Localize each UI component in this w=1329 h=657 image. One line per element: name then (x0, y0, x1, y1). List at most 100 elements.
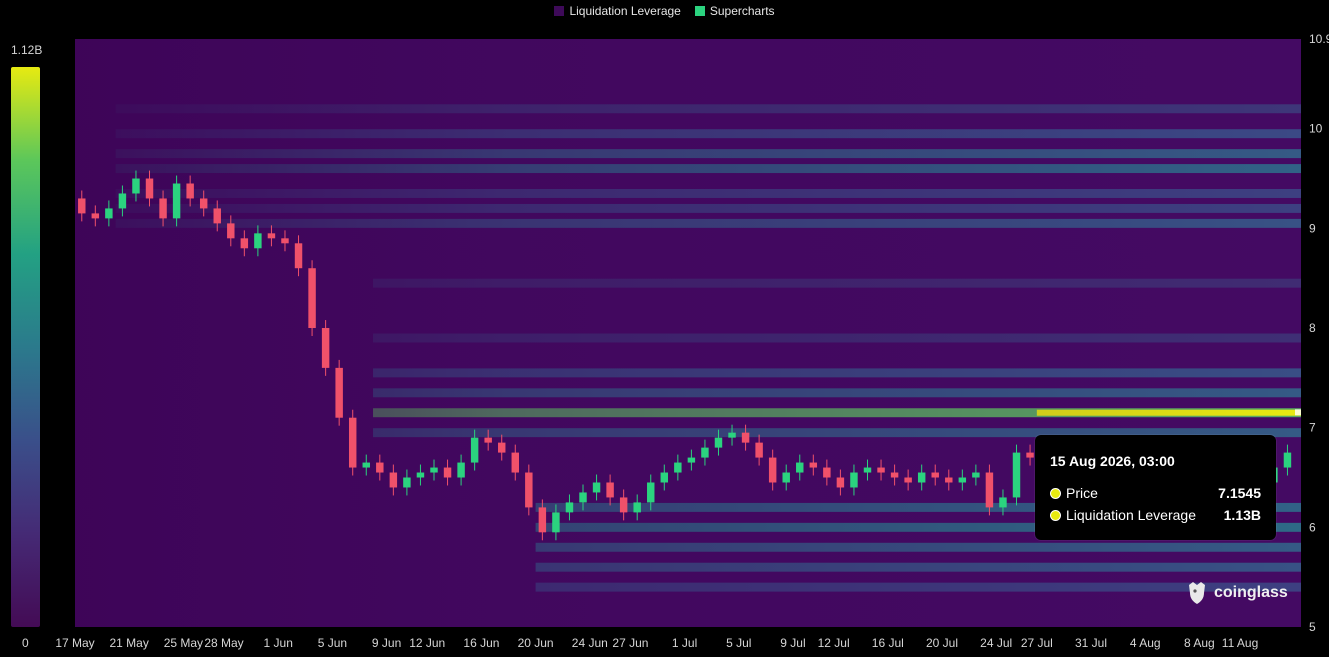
price-candle[interactable] (105, 208, 113, 219)
price-candle[interactable] (227, 223, 235, 239)
price-candle[interactable] (660, 472, 669, 483)
brand-watermark: coinglass (1186, 581, 1288, 605)
price-candle[interactable] (376, 462, 384, 473)
price-candle[interactable] (186, 183, 194, 199)
price-candle[interactable] (592, 482, 601, 493)
price-candle[interactable] (118, 193, 127, 209)
price-candle[interactable] (836, 477, 845, 488)
brand-name: coinglass (1214, 584, 1288, 601)
price-candle[interactable] (91, 213, 100, 219)
price-candle[interactable] (823, 467, 831, 478)
price-candle[interactable] (890, 472, 899, 478)
price-candle[interactable] (511, 452, 520, 473)
x-axis-tick-label: 1 Jun (264, 636, 293, 650)
price-candle[interactable] (159, 198, 167, 219)
price-candle[interactable] (1012, 452, 1021, 498)
price-candle[interactable] (267, 233, 276, 239)
price-candle[interactable] (999, 497, 1007, 508)
price-candle[interactable] (525, 472, 533, 508)
tooltip-label-price: Price (1066, 485, 1098, 501)
price-candle[interactable] (687, 457, 696, 463)
price-candle[interactable] (403, 477, 411, 488)
price-candle[interactable] (199, 198, 208, 209)
price-candle[interactable] (674, 462, 682, 473)
price-candle[interactable] (619, 497, 628, 513)
x-axis-tick-label: 25 May (164, 636, 203, 650)
price-candle[interactable] (877, 467, 885, 473)
x-axis-tick-label: 8 Aug (1184, 636, 1215, 650)
y-axis-tick-label: 10 (1309, 122, 1323, 136)
price-candle[interactable] (633, 502, 641, 513)
price-candle[interactable] (335, 367, 343, 418)
price-candle[interactable] (498, 442, 506, 453)
price-candle[interactable] (78, 198, 86, 214)
x-axis-tick-label: 16 Jun (463, 636, 499, 650)
price-candle[interactable] (579, 492, 587, 503)
price-candle[interactable] (985, 472, 994, 508)
price-candle[interactable] (430, 467, 438, 473)
price-candle[interactable] (606, 482, 614, 498)
price-candle[interactable] (796, 462, 804, 473)
x-axis-tick-label: 1 Jul (672, 636, 697, 650)
price-candle[interactable] (768, 457, 777, 483)
price-candle[interactable] (565, 502, 574, 513)
price-candle[interactable] (904, 477, 912, 483)
price-candle[interactable] (362, 462, 370, 468)
price-candle[interactable] (945, 477, 953, 483)
x-axis-tick-label: 17 May (55, 636, 94, 650)
price-candle[interactable] (457, 462, 465, 478)
price-candle[interactable] (647, 482, 655, 503)
price-candle[interactable] (294, 243, 303, 269)
price-candle[interactable] (755, 442, 763, 458)
price-candle[interactable] (254, 233, 262, 249)
price-candle[interactable] (972, 472, 980, 478)
price-candle[interactable] (1026, 452, 1034, 458)
price-candle[interactable] (850, 472, 858, 488)
liquidation-heatmap-chart[interactable]: 10.9 10 9 8 7 6 5 17 May 21 May 25 May28 May 1 Jun… (0, 0, 1329, 657)
price-candle[interactable] (308, 268, 316, 329)
price-candle[interactable] (470, 437, 479, 463)
x-axis-tick-label: 20 Jul (926, 636, 958, 650)
price-candle[interactable] (931, 472, 939, 478)
tooltip-row-price: Price 7.1545 (1050, 485, 1261, 501)
x-axis-tick-label: 28 May (204, 636, 243, 650)
price-candle[interactable] (701, 447, 709, 458)
price-candle[interactable] (484, 437, 492, 443)
price-candle[interactable] (416, 472, 425, 478)
price-candle[interactable] (538, 507, 547, 533)
price-candle[interactable] (809, 462, 818, 468)
price-candle[interactable] (552, 512, 560, 533)
price-candle[interactable] (714, 437, 723, 448)
price-candle[interactable] (132, 178, 140, 194)
tooltip-title: 15 Aug 2026, 03:00 (1050, 453, 1175, 469)
price-candle[interactable] (863, 467, 872, 473)
x-axis-tick-label: 12 Jun (409, 636, 445, 650)
tooltip-label-liquidation-leverage: Liquidation Leverage (1066, 507, 1196, 523)
price-candle[interactable] (389, 472, 398, 488)
price-candle[interactable] (145, 178, 154, 199)
x-axis-tick-label: 9 Jul (780, 636, 805, 650)
price-candle[interactable] (728, 432, 736, 438)
tooltip-dot-price (1050, 487, 1061, 499)
x-axis-tick-label: 21 May (110, 636, 149, 650)
x-axis-tick-label: 9 Jun (372, 636, 401, 650)
tooltip-value-liquidation-leverage: 1.13B (1223, 507, 1261, 523)
price-candle[interactable] (240, 238, 249, 249)
tooltip-dot-liquidation-leverage (1050, 509, 1061, 521)
price-candle[interactable] (172, 183, 181, 219)
price-candle[interactable] (958, 477, 967, 483)
price-candle[interactable] (1283, 452, 1292, 468)
x-axis-tick-label: 5 Jun (318, 636, 347, 650)
x-axis-tick-label: 27 Jul (1021, 636, 1053, 650)
price-candle[interactable] (782, 472, 790, 483)
x-axis-tick-label: 31 Jul (1075, 636, 1107, 650)
x-axis-tick-label: 24 Jun (572, 636, 608, 650)
price-candle[interactable] (321, 328, 330, 368)
price-candle[interactable] (443, 467, 452, 478)
price-candle[interactable] (281, 238, 289, 244)
price-candle[interactable] (917, 472, 926, 483)
y-axis-tick-label: 8 (1309, 321, 1316, 335)
price-candle[interactable] (348, 417, 357, 468)
price-candle[interactable] (213, 208, 221, 224)
price-candle[interactable] (741, 432, 750, 443)
